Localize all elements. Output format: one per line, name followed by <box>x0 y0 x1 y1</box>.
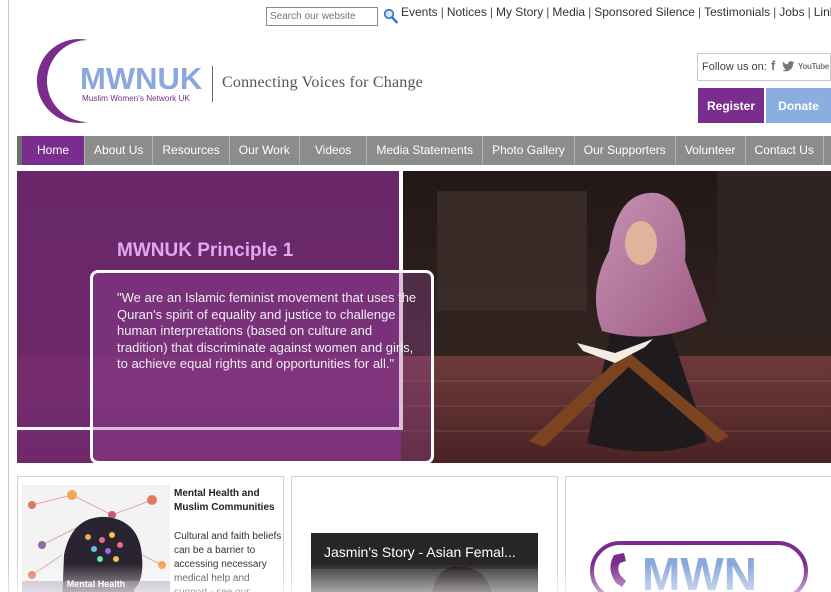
top-link-media[interactable]: Media <box>552 5 585 19</box>
follow-us-label: Follow us on: <box>702 61 767 73</box>
video-title[interactable]: Jasmin's Story - Asian Femal... <box>324 544 516 560</box>
main-nav: Home About Us Resources Our Work Videos … <box>17 136 831 165</box>
card-mwn-logo[interactable]: MWN <box>565 476 831 592</box>
logo-subtitle: Muslim Women's Network UK <box>82 94 190 103</box>
nav-about-us[interactable]: About Us <box>85 136 154 165</box>
logo-divider <box>212 66 213 102</box>
nav-photo-gallery[interactable]: Photo Gallery <box>483 136 575 165</box>
nav-home[interactable]: Home <box>22 136 86 165</box>
hero-title: MWNUK Principle 1 <box>117 240 294 261</box>
separator: | <box>489 5 493 19</box>
tagline: Connecting Voices for Change <box>222 74 423 91</box>
follow-us-box: Follow us on: f YouTube <box>697 53 831 81</box>
search-icon[interactable] <box>383 8 398 24</box>
separator: | <box>697 5 702 19</box>
mwn-logo-banner: MWN <box>590 541 808 592</box>
nav-media-statements[interactable]: Media Statements <box>367 136 484 165</box>
separator: | <box>588 5 592 19</box>
card-text: Cultural and faith beliefs can be a barr… <box>174 531 282 592</box>
mwn-logo-text: MWN <box>642 548 757 592</box>
donate-button[interactable]: Donate <box>766 88 831 123</box>
mental-health-illustration <box>22 490 170 592</box>
top-link-my-story[interactable]: My Story <box>496 5 543 19</box>
separator: | <box>773 5 777 19</box>
top-link-sponsored-silence[interactable]: Sponsored Silence <box>594 5 695 19</box>
nav-our-supporters[interactable]: Our Supporters <box>575 136 676 165</box>
separator: | <box>546 5 550 19</box>
top-links: Events | Notices | My Story | Media | Sponsored … <box>401 5 831 19</box>
nav-our-work[interactable]: Our Work <box>230 136 300 165</box>
mwnuk-logo[interactable]: MWNUK Muslim Women's Network UK <box>18 38 218 124</box>
video-embed[interactable]: Jasmin's Story - Asian Femal... <box>311 533 538 592</box>
register-button[interactable]: Register <box>698 88 764 123</box>
page-left-border <box>8 0 9 592</box>
card-title[interactable]: Mental Health and Muslim Communities <box>174 487 279 515</box>
top-link-testimonials[interactable]: Testimonials <box>704 5 770 19</box>
logo-wordmark: MWNUK <box>80 61 203 96</box>
card-video[interactable]: Jasmin's Story - Asian Femal... <box>291 476 558 592</box>
facebook-icon[interactable]: f <box>771 58 775 73</box>
search-input[interactable] <box>266 7 378 26</box>
separator: | <box>440 5 444 19</box>
video-thumbnail <box>311 533 538 592</box>
hero-quote: "We are an Islamic feminist movement tha… <box>117 290 417 372</box>
separator: | <box>807 5 811 19</box>
nav-videos[interactable]: Videos <box>300 136 368 165</box>
nav-resources[interactable]: Resources <box>153 136 230 165</box>
mental-health-image-caption: Mental Health <box>66 579 126 589</box>
hero-banner[interactable]: MWNUK Principle 1 "We are an Islamic fem… <box>17 171 831 463</box>
top-link-jobs[interactable]: Jobs <box>779 5 804 19</box>
youtube-icon[interactable]: YouTube <box>798 62 829 71</box>
card-mental-health[interactable]: Mental Health Mental Health and Muslim C… <box>17 476 284 592</box>
nav-volunteer[interactable]: Volunteer <box>676 136 746 165</box>
top-link-notices[interactable]: Notices <box>447 5 487 19</box>
nav-contact-us[interactable]: Contact Us <box>746 136 824 165</box>
top-link-events[interactable]: Events <box>401 5 438 19</box>
top-link-links[interactable]: Links <box>814 5 831 19</box>
twitter-icon[interactable] <box>782 60 795 73</box>
hero-woman-face <box>625 221 657 265</box>
mental-health-image[interactable]: Mental Health <box>22 485 170 592</box>
